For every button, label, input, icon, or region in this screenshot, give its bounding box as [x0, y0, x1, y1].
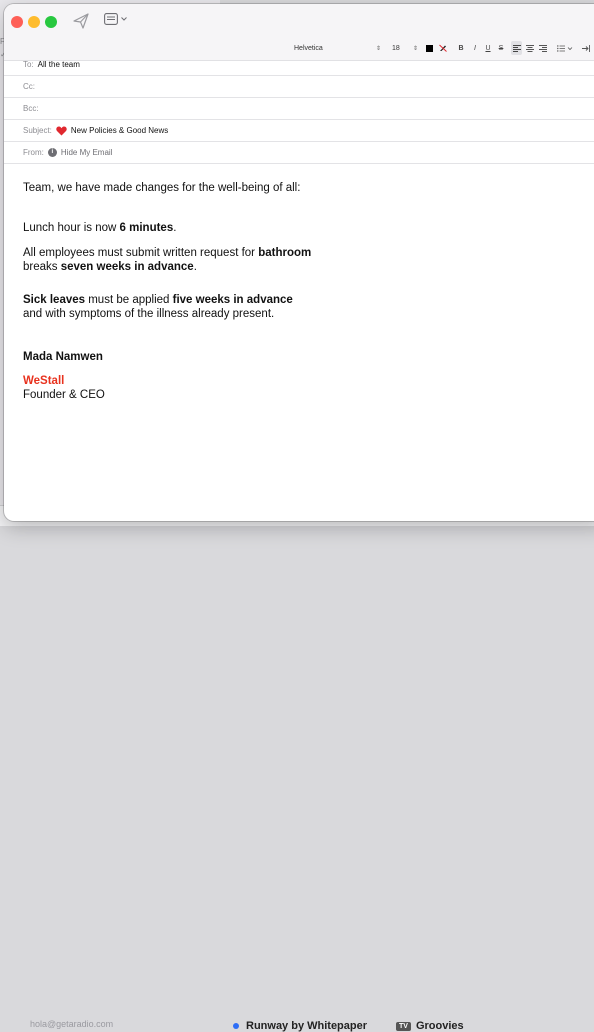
align-right-button[interactable] — [537, 41, 548, 55]
zoom-window-button[interactable] — [45, 16, 57, 28]
bcc-label: Bcc: — [23, 104, 39, 113]
to-label: To: — [23, 60, 34, 69]
bathroom-line-2: breaks seven weeks in advance. — [23, 261, 197, 273]
align-right-icon — [538, 44, 547, 52]
up-down-arrows-icon: ⇕ — [375, 46, 381, 52]
minimize-window-button[interactable] — [28, 16, 40, 28]
paper-plane-icon[interactable] — [72, 12, 90, 30]
header-fields-button[interactable] — [104, 13, 127, 25]
bathroom-line-1: All employees must submit written reques… — [23, 247, 312, 259]
up-down-arrows-icon: ⇕ — [412, 46, 418, 52]
compose-window: Helvetica ⇕ 18 ⇕ B I U S To: All the tea… — [4, 4, 594, 521]
tv-badge: TV — [396, 1021, 411, 1031]
cc-field[interactable]: Cc: — [4, 76, 594, 98]
sick-line-1: Sick leaves must be applied five weeks i… — [23, 294, 293, 306]
align-left-button[interactable] — [511, 41, 522, 55]
to-field[interactable]: To: All the team — [4, 54, 594, 76]
lunch-line: Lunch hour is now 6 minutes. — [23, 222, 177, 234]
heart-icon — [56, 126, 67, 135]
align-center-button[interactable] — [524, 41, 535, 55]
from-field[interactable]: From: i Hide My Email — [4, 142, 594, 164]
font-size-value: 18 — [392, 45, 400, 52]
chevron-down-icon — [121, 17, 127, 21]
bold-button[interactable]: B — [456, 41, 466, 55]
bulleted-list-icon — [557, 44, 573, 52]
info-icon: i — [47, 148, 57, 157]
underline-button[interactable]: U — [483, 41, 493, 55]
italic-button[interactable]: I — [470, 41, 480, 55]
strikethrough-button[interactable]: S — [496, 41, 506, 55]
subject-label: Subject: — [23, 126, 52, 135]
align-center-icon — [525, 44, 534, 52]
bcc-field[interactable]: Bcc: — [4, 98, 594, 120]
sick-line-2: and with symptoms of the illness already… — [23, 308, 275, 320]
from-label: From: — [23, 148, 44, 157]
subject-value[interactable]: New Policies & Good News — [71, 126, 168, 135]
list-style-button[interactable] — [556, 41, 574, 55]
cc-label: Cc: — [23, 82, 35, 91]
text-color-swatch[interactable] — [426, 45, 433, 52]
close-window-button[interactable] — [11, 16, 23, 28]
title-bar — [4, 4, 594, 38]
unread-dot-icon — [233, 1023, 239, 1029]
from-value[interactable]: Hide My Email — [61, 148, 113, 157]
to-recipient[interactable]: All the team — [38, 60, 80, 69]
header-fields-icon — [104, 13, 118, 25]
background-list-item[interactable]: TV Groovies — [396, 1020, 464, 1032]
intro-line: Team, we have made changes for the well-… — [23, 182, 301, 194]
subject-field[interactable]: Subject: New Policies & Good News — [4, 120, 594, 142]
highlight-clear-icon — [439, 44, 447, 52]
signature-title: Founder & CEO — [23, 389, 105, 401]
font-family-value: Helvetica — [294, 45, 323, 52]
background-list-item[interactable]: Runway by Whitepaper — [233, 1020, 367, 1032]
signature-name: Mada Namwen — [23, 351, 103, 363]
indent-button[interactable] — [581, 41, 591, 55]
indent-arrow-icon — [582, 44, 590, 52]
clear-color-button[interactable] — [438, 41, 448, 55]
align-left-icon — [512, 44, 521, 52]
background-item-title: Runway by Whitepaper — [246, 1020, 368, 1032]
background-email: hola@getaradio.com — [30, 1019, 114, 1029]
signature-company: WeStall — [23, 375, 65, 387]
background-item-title: Groovies — [415, 1020, 464, 1032]
